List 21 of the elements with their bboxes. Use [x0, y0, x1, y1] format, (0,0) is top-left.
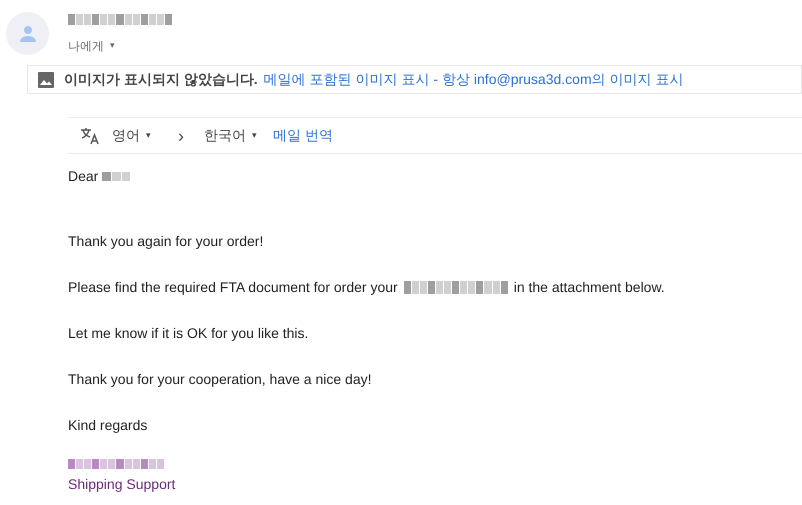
body-text: Thank you for your cooperation, have a nice day!	[68, 371, 372, 387]
body-text: Thank you again for your order!	[68, 233, 264, 249]
avatar-icon	[6, 12, 49, 55]
body-text: Kind regards	[68, 417, 148, 433]
greeting-text: Dear	[68, 167, 98, 186]
source-language-dropdown[interactable]: 영어 ▾	[112, 125, 151, 146]
arrow-text: ›	[178, 126, 184, 144]
body-text: in the attachment below.	[514, 278, 665, 297]
body-text: Please find the required FTA document for order your	[68, 278, 398, 297]
image-notice-text: 이미지가 표시되지 않았습니다.	[64, 70, 258, 89]
recipient-name-blur	[102, 172, 130, 181]
recipient-dropdown[interactable]: 나에게 ▾	[68, 37, 172, 55]
link-separator: -	[433, 70, 438, 89]
body-text: Let me know if it is OK for you like this.	[68, 325, 308, 341]
image-icon	[38, 72, 54, 88]
translate-message-link[interactable]: 메일 번역	[273, 125, 333, 146]
show-images-link[interactable]: 메일에 포함된 이미지 표시	[264, 69, 430, 90]
target-language-dropdown[interactable]: 한국어 ▾	[204, 125, 257, 146]
signature-title: Shipping Support	[68, 476, 176, 492]
always-show-images-link[interactable]: 항상 info@prusa3d.com의 이미지 표시	[442, 69, 684, 90]
translate-icon	[80, 126, 100, 146]
